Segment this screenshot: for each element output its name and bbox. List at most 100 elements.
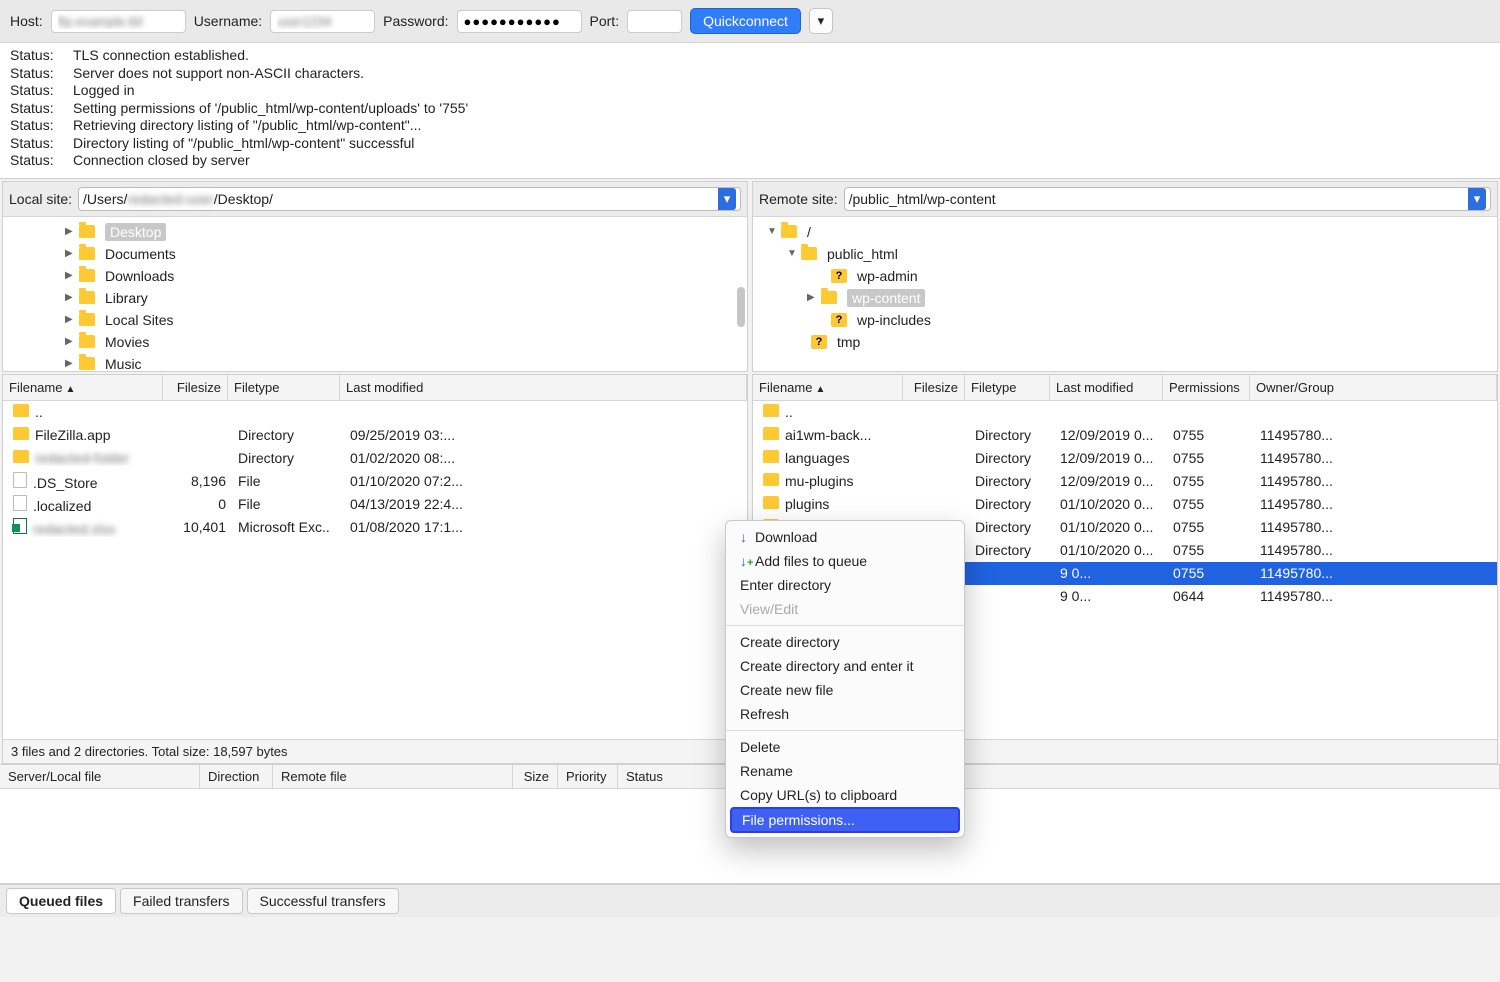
tree-item[interactable]: ▶Movies bbox=[3, 331, 747, 353]
tree-item-wp-content[interactable]: ▶wp-content bbox=[753, 287, 1497, 309]
sort-asc-icon: ▲ bbox=[65, 384, 75, 395]
chevron-down-icon: ▾ bbox=[818, 13, 825, 29]
list-item[interactable]: languagesDirectory12/09/2019 0...0755114… bbox=[753, 447, 1497, 470]
col-filetype[interactable]: Filetype bbox=[965, 375, 1050, 400]
excel-icon bbox=[13, 518, 27, 534]
folder-icon bbox=[79, 269, 95, 282]
username-label: Username: bbox=[194, 13, 262, 29]
col[interactable]: Direction bbox=[200, 765, 273, 788]
col-filename[interactable]: Filename▲ bbox=[753, 375, 903, 400]
folder-icon bbox=[781, 225, 797, 238]
username-input[interactable] bbox=[270, 10, 375, 33]
local-tree[interactable]: ▶Desktop ▶Documents ▶Downloads ▶Library … bbox=[3, 217, 747, 371]
ctx-rename[interactable]: Rename bbox=[726, 759, 964, 783]
quickconnect-button[interactable]: Quickconnect bbox=[690, 8, 801, 34]
folder-icon bbox=[79, 313, 95, 326]
ctx-download[interactable]: ↓Download bbox=[726, 525, 964, 549]
list-item[interactable]: FileZilla.appDirectory09/25/2019 03:... bbox=[3, 424, 747, 447]
ctx-create-file[interactable]: Create new file bbox=[726, 678, 964, 702]
list-item[interactable]: .DS_Store8,196File01/10/2020 07:2... bbox=[3, 470, 747, 493]
list-item[interactable]: redacted-folderDirectory01/02/2020 08:..… bbox=[3, 447, 747, 470]
add-queue-icon: ↓ bbox=[740, 553, 747, 569]
local-columns: Filename▲ Filesize Filetype Last modifie… bbox=[3, 375, 747, 401]
ctx-refresh[interactable]: Refresh bbox=[726, 702, 964, 726]
connection-toolbar: Host: Username: Password: Port: Quickcon… bbox=[0, 0, 1500, 43]
list-item[interactable]: .localized0File04/13/2019 22:4... bbox=[3, 493, 747, 516]
col-modified[interactable]: Last modified bbox=[340, 375, 747, 400]
folder-icon bbox=[763, 496, 779, 509]
col-filesize[interactable]: Filesize bbox=[163, 375, 228, 400]
tree-item[interactable]: ▶Downloads bbox=[3, 265, 747, 287]
remote-columns: Filename▲ Filesize Filetype Last modifie… bbox=[753, 375, 1497, 401]
host-input[interactable] bbox=[51, 10, 186, 33]
ctx-delete[interactable]: Delete bbox=[726, 735, 964, 759]
ctx-copy-url[interactable]: Copy URL(s) to clipboard bbox=[726, 783, 964, 807]
folder-icon bbox=[763, 473, 779, 486]
tab-successful[interactable]: Successful transfers bbox=[247, 888, 399, 914]
ctx-file-permissions[interactable]: File permissions... bbox=[730, 807, 960, 833]
quickconnect-dropdown[interactable]: ▾ bbox=[809, 8, 833, 34]
col-owner[interactable]: Owner/Group bbox=[1250, 375, 1497, 400]
list-item[interactable]: mu-pluginsDirectory12/09/2019 0...075511… bbox=[753, 470, 1497, 493]
list-item[interactable]: ai1wm-back...Directory12/09/2019 0...075… bbox=[753, 424, 1497, 447]
list-item[interactable]: redacted.xlsx10,401Microsoft Exc..01/08/… bbox=[3, 516, 747, 539]
separator bbox=[726, 730, 964, 731]
tree-item[interactable]: ▶Library bbox=[3, 287, 747, 309]
tree-item-desktop[interactable]: ▶Desktop bbox=[3, 221, 747, 243]
local-path-input[interactable]: /Users/ redacted-user /Desktop/ ▾ bbox=[78, 187, 741, 211]
file-icon bbox=[13, 472, 27, 488]
local-tree-pane: Local site: /Users/ redacted-user /Deskt… bbox=[2, 181, 748, 372]
col[interactable]: Server/Local file bbox=[0, 765, 200, 788]
port-input[interactable] bbox=[627, 10, 682, 33]
tree-item[interactable]: ▶Documents bbox=[3, 243, 747, 265]
ctx-enter-directory[interactable]: Enter directory bbox=[726, 573, 964, 597]
local-file-list[interactable]: .. FileZilla.appDirectory09/25/2019 03:.… bbox=[3, 401, 747, 739]
tree-item[interactable]: ?wp-includes bbox=[753, 309, 1497, 331]
list-item[interactable]: .. bbox=[753, 401, 1497, 424]
list-item-up[interactable]: .. bbox=[3, 401, 747, 424]
tree-item[interactable]: ?tmp bbox=[753, 331, 1497, 353]
chevron-down-icon[interactable]: ▾ bbox=[718, 188, 736, 210]
status-log: Status:TLS connection established. Statu… bbox=[0, 43, 1500, 179]
scrollbar-thumb[interactable] bbox=[737, 287, 745, 327]
port-label: Port: bbox=[590, 13, 620, 29]
folder-unknown-icon: ? bbox=[811, 335, 827, 349]
remote-path-input[interactable]: /public_html/wp-content ▾ bbox=[844, 187, 1491, 211]
tree-item[interactable]: ▶Local Sites bbox=[3, 309, 747, 331]
col[interactable]: Remote file bbox=[273, 765, 513, 788]
col-modified[interactable]: Last modified bbox=[1050, 375, 1163, 400]
folder-icon bbox=[801, 247, 817, 260]
context-menu: ↓Download ↓Add files to queue Enter dire… bbox=[725, 520, 965, 838]
file-icon bbox=[13, 495, 27, 511]
ctx-create-directory[interactable]: Create directory bbox=[726, 630, 964, 654]
local-site-label: Local site: bbox=[9, 191, 72, 207]
tree-item[interactable]: ▶Music bbox=[3, 353, 747, 371]
local-files-pane: Filename▲ Filesize Filetype Last modifie… bbox=[2, 374, 748, 764]
col[interactable]: Size bbox=[513, 765, 558, 788]
col-filesize[interactable]: Filesize bbox=[903, 375, 965, 400]
list-item[interactable]: pluginsDirectory01/10/2020 0...075511495… bbox=[753, 493, 1497, 516]
ctx-create-enter[interactable]: Create directory and enter it bbox=[726, 654, 964, 678]
remote-tree[interactable]: ▼/ ▼public_html ?wp-admin ▶wp-content ?w… bbox=[753, 217, 1497, 371]
password-label: Password: bbox=[383, 13, 448, 29]
local-status: 3 files and 2 directories. Total size: 1… bbox=[3, 739, 747, 763]
col-filetype[interactable]: Filetype bbox=[228, 375, 340, 400]
folder-icon bbox=[821, 291, 837, 304]
tab-queued[interactable]: Queued files bbox=[6, 888, 116, 914]
folder-icon bbox=[13, 404, 29, 417]
sort-asc-icon: ▲ bbox=[815, 384, 825, 395]
folder-icon bbox=[79, 335, 95, 348]
remote-site-label: Remote site: bbox=[759, 191, 838, 207]
ctx-add-queue[interactable]: ↓Add files to queue bbox=[726, 549, 964, 573]
folder-icon bbox=[79, 291, 95, 304]
col-filename[interactable]: Filename▲ bbox=[3, 375, 163, 400]
folder-icon bbox=[13, 427, 29, 440]
tab-failed[interactable]: Failed transfers bbox=[120, 888, 242, 914]
chevron-down-icon[interactable]: ▾ bbox=[1468, 188, 1486, 210]
tree-item[interactable]: ?wp-admin bbox=[753, 265, 1497, 287]
password-input[interactable] bbox=[457, 10, 582, 33]
tree-item-root[interactable]: ▼/ bbox=[753, 221, 1497, 243]
col[interactable]: Priority bbox=[558, 765, 618, 788]
col-permissions[interactable]: Permissions bbox=[1163, 375, 1250, 400]
tree-item[interactable]: ▼public_html bbox=[753, 243, 1497, 265]
